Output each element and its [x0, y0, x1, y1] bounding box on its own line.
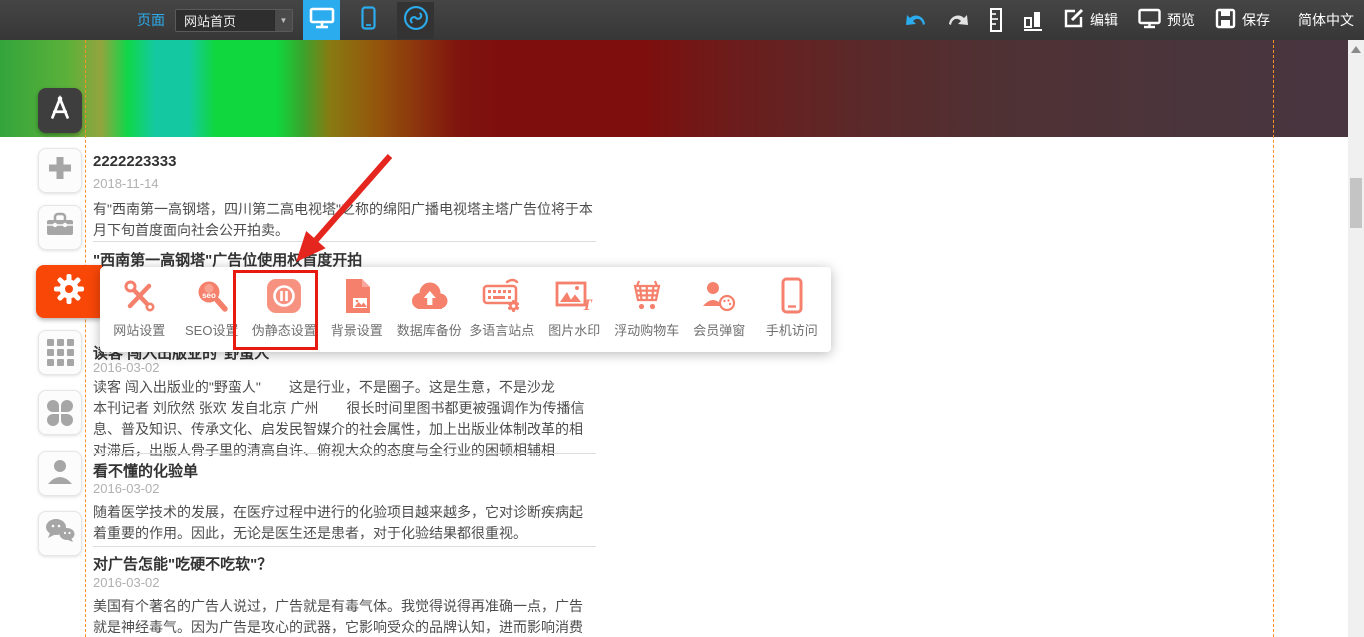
- link-icon: [402, 4, 430, 37]
- topbar: 页面 网站首页 ▼: [0, 0, 1364, 40]
- save-button[interactable]: 保存: [1215, 8, 1270, 32]
- article-title: 2222223333: [93, 153, 596, 170]
- menu-item-label: 会员弹窗: [693, 320, 745, 339]
- page-label: 页面: [137, 10, 165, 30]
- design-tools-icon: [45, 93, 75, 128]
- sidebar-item-modules[interactable]: [38, 330, 82, 375]
- menu-item-label: 图片水印: [548, 320, 600, 339]
- article-body: 随着医学技术的发展，在医疗过程中进行的化验项目越来越多，它对诊断疾病起着重要的作…: [93, 502, 596, 544]
- clover-icon: [47, 400, 73, 426]
- menu-item-floating-cart[interactable]: 浮动购物车: [611, 276, 684, 339]
- menu-item-database-backup[interactable]: 数据库备份: [393, 276, 466, 339]
- scrollbar-thumb[interactable]: [1350, 178, 1362, 228]
- sidebar-item-member[interactable]: [38, 451, 82, 496]
- wechat-icon: [44, 518, 76, 549]
- settings-popup-menu: 网站设置 seo SEO设置 伪静态设置: [100, 267, 831, 352]
- preview-monitor-icon: [1138, 8, 1161, 32]
- user-icon: [46, 457, 74, 490]
- svg-text:seo: seo: [202, 291, 216, 300]
- sidebar-item-components[interactable]: [38, 390, 82, 435]
- sidebar-item-settings-active[interactable]: [36, 265, 102, 318]
- article-body: 有"西南第一高钢塔，四川第二高电视塔"之称的绵阳广播电视塔主塔广告位将于本月下旬…: [93, 199, 596, 241]
- preview-button[interactable]: 预览: [1138, 8, 1195, 32]
- article-title: 对广告怎能"吃硬不吃软"？: [93, 553, 596, 574]
- article-date: 2018-11-14: [93, 176, 596, 191]
- article-date: 2016-03-02: [93, 360, 596, 375]
- page-select-value: 网站首页: [184, 11, 236, 30]
- article-date: 2016-03-02: [93, 481, 596, 496]
- cloud-backup-icon: [408, 276, 450, 316]
- grid-icon: [47, 339, 74, 366]
- menu-item-label: 浮动购物车: [614, 320, 679, 339]
- edit-pencil-icon: [1063, 8, 1084, 32]
- menu-item-label: 背景设置: [331, 320, 383, 339]
- page-select-dropdown[interactable]: 网站首页 ▼: [175, 9, 293, 32]
- undo-icon: [905, 11, 927, 29]
- mobile-phone-icon: [361, 6, 376, 35]
- edit-button[interactable]: 编辑: [1063, 8, 1118, 32]
- chevron-down-icon: ▼: [274, 10, 292, 31]
- menu-item-multilanguage-site[interactable]: 多语言站点: [466, 276, 539, 339]
- banner-gradient: [0, 40, 1348, 137]
- toolbox-icon: [45, 212, 75, 243]
- sidebar-item-design-logo[interactable]: [38, 88, 82, 133]
- menu-item-label: SEO设置: [185, 320, 238, 339]
- scrollbar[interactable]: [1348, 40, 1364, 637]
- article-divider: [93, 546, 596, 547]
- keyboard-language-icon: [481, 276, 523, 316]
- article-body: 读客 闯入出版业的"野蛮人" 这是行业，不是圈子。这是生意，不是沙龙 本刊记者 …: [93, 377, 596, 461]
- sidebar-item-add[interactable]: [38, 148, 82, 193]
- wrench-screwdriver-icon: [121, 276, 157, 316]
- menu-item-label: 手机访问: [766, 320, 818, 339]
- annotation-highlight-box: [233, 270, 318, 350]
- mobile-view-button[interactable]: [350, 0, 387, 40]
- article-divider: [93, 453, 596, 454]
- page-link-button[interactable]: [397, 2, 434, 39]
- scrollbar-up-arrow-icon[interactable]: [1351, 46, 1361, 53]
- menu-item-background-settings[interactable]: 背景设置: [321, 276, 394, 339]
- ruler-icon: [989, 8, 1003, 32]
- article-title: 看不懂的化验单: [93, 460, 596, 481]
- menu-item-label: 数据库备份: [397, 320, 462, 339]
- guide-line-left: [85, 40, 86, 637]
- language-label: 简体中文: [1298, 10, 1354, 30]
- shopping-cart-icon: [629, 276, 665, 316]
- plus-icon: [46, 154, 74, 187]
- svg-text:T: T: [582, 297, 593, 313]
- article-divider: [93, 241, 596, 242]
- article-body: 美国有个著名的广告人说过，广告就是有毒气体。我觉得说得再准确一点，广告就是神经毒…: [93, 596, 596, 637]
- bar-chart-icon: [1023, 9, 1043, 31]
- article-date: 2016-03-02: [93, 575, 596, 590]
- language-switcher[interactable]: 简体中文: [1298, 10, 1354, 30]
- save-floppy-icon: [1215, 8, 1236, 32]
- desktop-monitor-icon: [309, 6, 335, 35]
- redo-button[interactable]: [947, 11, 969, 29]
- sidebar-item-toolbox[interactable]: [38, 205, 82, 250]
- undo-button[interactable]: [905, 11, 927, 29]
- gear-icon: [52, 272, 86, 311]
- desktop-view-button[interactable]: [303, 0, 340, 40]
- statistics-button[interactable]: [1023, 9, 1043, 31]
- guide-line-right: [1273, 40, 1274, 637]
- ruler-button[interactable]: [989, 8, 1003, 32]
- mobile-access-icon: [780, 276, 804, 316]
- menu-item-mobile-access[interactable]: 手机访问: [756, 276, 829, 339]
- preview-label: 预览: [1167, 10, 1195, 30]
- save-label: 保存: [1242, 10, 1270, 30]
- seo-search-icon: seo: [194, 276, 230, 316]
- menu-item-member-popup[interactable]: 会员弹窗: [683, 276, 756, 339]
- background-page-icon: [340, 276, 374, 316]
- image-watermark-icon: T: [554, 276, 594, 316]
- edit-label: 编辑: [1090, 10, 1118, 30]
- menu-item-site-settings[interactable]: 网站设置: [103, 276, 176, 339]
- redo-icon: [947, 11, 969, 29]
- sidebar-item-wechat[interactable]: [38, 511, 82, 556]
- member-popup-icon: [700, 276, 738, 316]
- menu-item-label: 网站设置: [113, 320, 165, 339]
- menu-item-label: 多语言站点: [469, 320, 534, 339]
- menu-item-image-watermark[interactable]: T 图片水印: [538, 276, 611, 339]
